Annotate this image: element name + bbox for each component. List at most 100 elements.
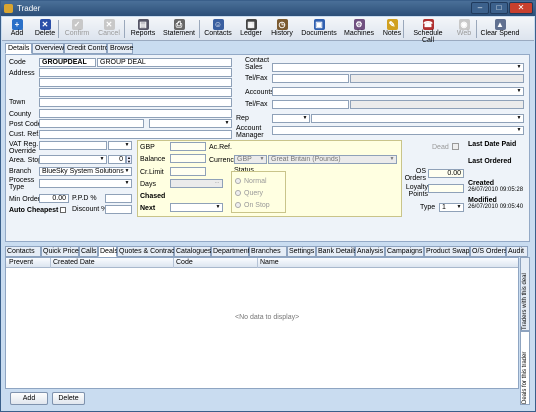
contacts-toolbar-button[interactable]: ☺ Contacts <box>203 18 233 40</box>
printer-icon: ⎙ <box>173 19 185 30</box>
toolbar-button-label: Contacts <box>204 30 232 37</box>
chevron-down-icon: ▼ <box>215 204 221 210</box>
delete-toolbar-button[interactable]: ✕ Delete <box>32 18 58 40</box>
tab-traders-with-this-deal[interactable]: Traders with this deal <box>520 257 530 331</box>
address-line-1[interactable] <box>39 68 232 77</box>
column-name[interactable]: Name <box>260 259 279 266</box>
address-line-3[interactable] <box>39 88 232 97</box>
postcode-lookup[interactable]: ▼ <box>149 119 232 128</box>
status-query-radio[interactable] <box>235 190 241 196</box>
postcode-field[interactable] <box>39 119 144 128</box>
area-stop-label: Area. Stop <box>9 157 43 164</box>
confirm-toolbar-button[interactable]: ✓ Confirm <box>62 18 92 40</box>
accounts-tel-field[interactable] <box>272 100 349 109</box>
column-prevent[interactable]: Prevent <box>9 259 33 266</box>
tab-product-swaps[interactable]: Product Swaps <box>424 246 473 257</box>
toolbar-separator <box>199 20 200 38</box>
accounts-contact-dropdown[interactable]: ▼ <box>272 87 524 96</box>
trader-name-field[interactable]: GROUP DEAL <box>97 58 232 67</box>
cancel-toolbar-button[interactable]: ✕ Cancel <box>94 18 124 40</box>
cr-limit-field[interactable] <box>170 167 206 176</box>
tab-deals-for-this-trader[interactable]: Deals for this trader <box>520 331 530 405</box>
tab-bank-details[interactable]: Bank Details <box>316 246 357 257</box>
schedule-call-toolbar-button[interactable]: ☎ Schedule Call <box>407 18 449 44</box>
vat-override-field[interactable] <box>39 141 107 150</box>
dead-label: Dead <box>432 144 449 151</box>
empty-grid-message: <No data to display> <box>235 314 300 321</box>
tab-departments[interactable]: Departments <box>211 246 253 257</box>
tab-browse[interactable]: Browse <box>107 43 133 54</box>
town-field[interactable] <box>39 98 232 107</box>
tab-audit[interactable]: Audit <box>506 246 528 257</box>
next-date-picker[interactable]: ▼ <box>170 203 223 212</box>
contact-sales-dropdown[interactable]: ▼ <box>272 63 524 72</box>
tab-catalogues[interactable]: Catalogues <box>174 246 211 257</box>
machines-toolbar-button[interactable]: ⚙ Machines <box>342 18 376 40</box>
type-dropdown[interactable]: 1 ▼ <box>439 203 464 212</box>
chevron-down-icon: ▼ <box>124 180 130 186</box>
sales-fax-field[interactable] <box>350 74 524 83</box>
documents-toolbar-button[interactable]: ▣ Documents <box>300 18 338 40</box>
delete-deal-button[interactable]: Delete <box>52 392 85 405</box>
column-code[interactable]: Code <box>176 259 193 266</box>
tab-contacts[interactable]: Contacts <box>5 246 41 257</box>
branch-dropdown[interactable]: BlueSky System Solutions ▼ <box>39 167 132 176</box>
min-order-field[interactable]: 0.00 <box>39 194 69 203</box>
tab-campaigns[interactable]: Campaigns <box>385 246 424 257</box>
maximize-button[interactable]: □ <box>490 2 508 14</box>
currency-code: GBP <box>237 156 252 163</box>
tab-quick-price[interactable]: Quick Price <box>41 246 79 257</box>
toolbar-separator <box>58 20 59 38</box>
column-created-date[interactable]: Created Date <box>53 259 95 266</box>
currency-code-dropdown[interactable]: GBP ▼ <box>234 155 267 164</box>
county-field[interactable] <box>39 109 232 118</box>
ledger-toolbar-button[interactable]: ▦ Ledger <box>238 18 264 40</box>
dead-checkbox[interactable] <box>452 143 459 150</box>
auto-cheapest-checkbox[interactable] <box>60 207 66 213</box>
tab-settings[interactable]: Settings <box>287 246 316 257</box>
history-toolbar-button[interactable]: ◷ History <box>269 18 295 40</box>
chevron-down-icon: ▼ <box>516 88 522 94</box>
status-normal-radio[interactable] <box>235 178 241 184</box>
rep-name-dropdown[interactable]: ▼ <box>311 114 524 123</box>
tab-credit-control[interactable]: Credit Control <box>64 43 110 54</box>
address-line-2[interactable] <box>39 78 232 87</box>
rep-code-dropdown[interactable]: ▼ <box>272 114 310 123</box>
area-stop-spinner[interactable]: ▲ ▼ <box>126 155 132 164</box>
area-stop-field[interactable]: 0 <box>108 155 126 164</box>
vat-override-dropdown[interactable]: ▼ <box>108 141 132 150</box>
web-toolbar-button[interactable]: ◉ Web <box>453 18 475 40</box>
account-manager-dropdown[interactable]: ▼ <box>272 126 524 135</box>
chevron-down-icon: ▼ <box>99 156 105 162</box>
loyalty-points-label: Loyalty Points <box>405 184 428 198</box>
tab-o-s-orders[interactable]: O/S Orders <box>470 246 507 257</box>
status-on-stop-radio[interactable] <box>235 202 241 208</box>
tab-analysis[interactable]: Analysis <box>355 246 385 257</box>
clear-spend-toolbar-button[interactable]: ▲ Clear Spend <box>480 18 520 40</box>
tab-calls[interactable]: Calls <box>79 246 98 257</box>
ac-ref-field[interactable] <box>235 143 385 152</box>
tab-quotes-contracts[interactable]: Quotes & Contracts <box>117 246 180 257</box>
area-dropdown[interactable]: ▼ <box>39 155 107 164</box>
notes-icon: ✎ <box>386 19 398 30</box>
sales-tel-field[interactable] <box>272 74 349 83</box>
cust-ref-field[interactable] <box>39 130 232 139</box>
minimize-button[interactable]: – <box>471 2 489 14</box>
close-button[interactable]: ✕ <box>509 2 533 14</box>
accounts-fax-field[interactable] <box>350 100 524 109</box>
process-type-dropdown[interactable]: ▼ <box>39 179 132 188</box>
reports-toolbar-button[interactable]: ▤ Reports <box>128 18 158 40</box>
add-toolbar-button[interactable]: + Add <box>5 18 29 40</box>
tab-overview[interactable]: Overview <box>32 43 64 54</box>
tab-branches[interactable]: Branches <box>249 246 287 257</box>
ppd-field[interactable] <box>105 194 132 203</box>
statement-toolbar-button[interactable]: ⎙ Statement <box>161 18 197 40</box>
tab-deals[interactable]: Deals <box>98 246 118 257</box>
discount-field[interactable] <box>105 205 132 214</box>
tab-details[interactable]: Details <box>5 43 32 54</box>
add-deal-button[interactable]: Add <box>10 392 48 405</box>
days-field[interactable]: ··· <box>170 179 223 188</box>
code-field[interactable]: GROUPDEAL <box>39 58 96 67</box>
currency-name-dropdown[interactable]: Great Britain (Pounds) ▼ <box>268 155 397 164</box>
notes-toolbar-button[interactable]: ✎ Notes <box>381 18 403 40</box>
